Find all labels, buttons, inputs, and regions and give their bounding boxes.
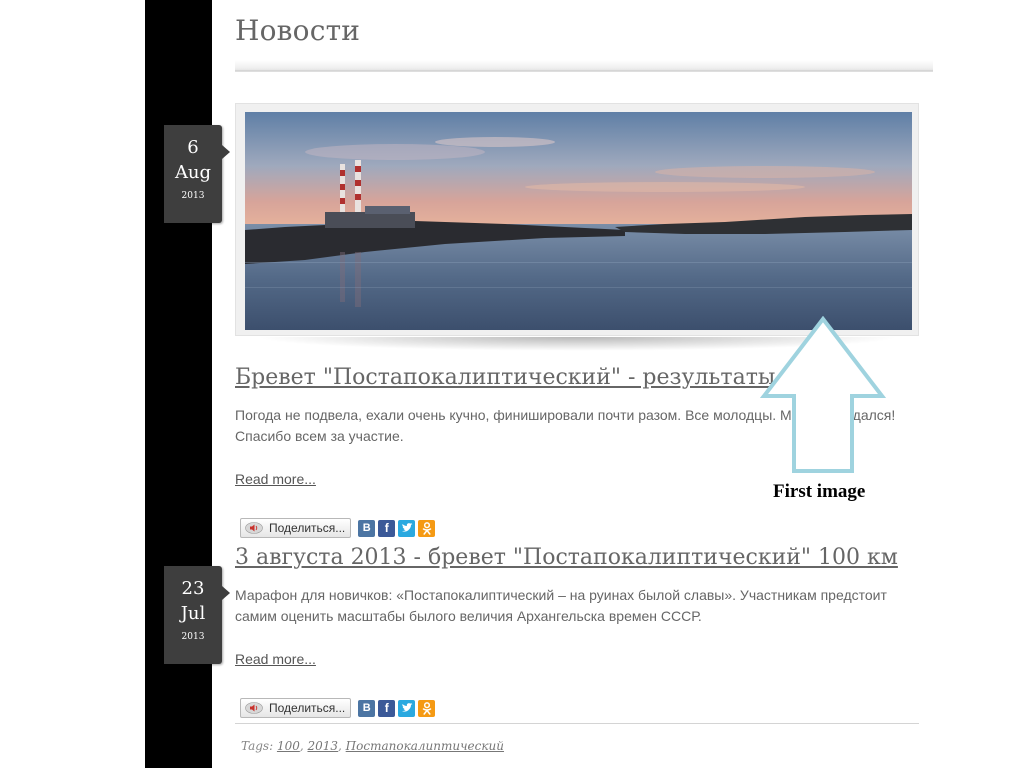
post-excerpt: Марафон для новичков: «Постапокалиптичес… xyxy=(235,587,887,624)
twitter-bird-icon xyxy=(401,703,413,712)
date-badge: 6 Aug 2013 xyxy=(164,125,230,223)
date-year: 2013 xyxy=(181,191,205,201)
tags-divider xyxy=(235,723,919,724)
date-day: 6 xyxy=(187,137,199,158)
annotation-label: First image xyxy=(773,481,866,502)
annotation-arrow xyxy=(760,316,886,473)
tag-link[interactable]: 100 xyxy=(277,739,300,753)
featured-image[interactable] xyxy=(245,112,912,330)
vk-share-icon[interactable]: В xyxy=(358,519,376,537)
title-underline xyxy=(235,70,933,71)
speaker-icon xyxy=(245,702,263,714)
odnoklassniki-share-icon[interactable] xyxy=(418,519,436,537)
twitter-share-icon[interactable] xyxy=(398,699,416,717)
twitter-bird-icon xyxy=(401,523,413,532)
date-day: 23 xyxy=(181,578,205,599)
twitter-share-icon[interactable] xyxy=(398,519,416,537)
odnoklassniki-icon xyxy=(422,701,432,715)
date-badge: 23 Jul 2013 xyxy=(164,566,230,664)
date-year: 2013 xyxy=(181,632,205,642)
vk-share-icon[interactable]: В xyxy=(358,699,376,717)
read-more-link[interactable]: Read more... xyxy=(235,471,316,487)
share-button[interactable]: Поделиться... xyxy=(240,698,352,718)
post-title-link[interactable]: Бревет "Постапокалиптический" - результа… xyxy=(235,365,775,390)
date-month: Aug xyxy=(174,162,212,183)
river-sunset-photo xyxy=(245,112,912,330)
odnoklassniki-icon xyxy=(422,521,432,535)
tag-link[interactable]: Постапокалиптический xyxy=(346,739,504,753)
share-bar: Поделиться... В f xyxy=(240,697,436,719)
speaker-icon xyxy=(245,522,263,534)
share-button[interactable]: Поделиться... xyxy=(240,518,352,538)
share-button-label: Поделиться... xyxy=(269,701,346,715)
share-button-label: Поделиться... xyxy=(269,521,346,535)
read-more-link[interactable]: Read more... xyxy=(235,651,316,667)
post-title-link[interactable]: 3 августа 2013 - бревет "Постапокалиптич… xyxy=(235,545,898,570)
featured-image-frame[interactable] xyxy=(235,103,919,336)
tag-link[interactable]: 2013 xyxy=(307,739,338,753)
odnoklassniki-share-icon[interactable] xyxy=(418,699,436,717)
page-title: Новости xyxy=(235,14,361,47)
tags-label: Tags: xyxy=(241,739,274,753)
facebook-share-icon[interactable]: f xyxy=(378,519,396,537)
date-month: Jul xyxy=(180,603,206,624)
tags-line: Tags: 100, 2013, Постапокалиптический xyxy=(241,739,505,753)
facebook-share-icon[interactable]: f xyxy=(378,699,396,717)
share-bar: Поделиться... В f xyxy=(240,517,436,539)
